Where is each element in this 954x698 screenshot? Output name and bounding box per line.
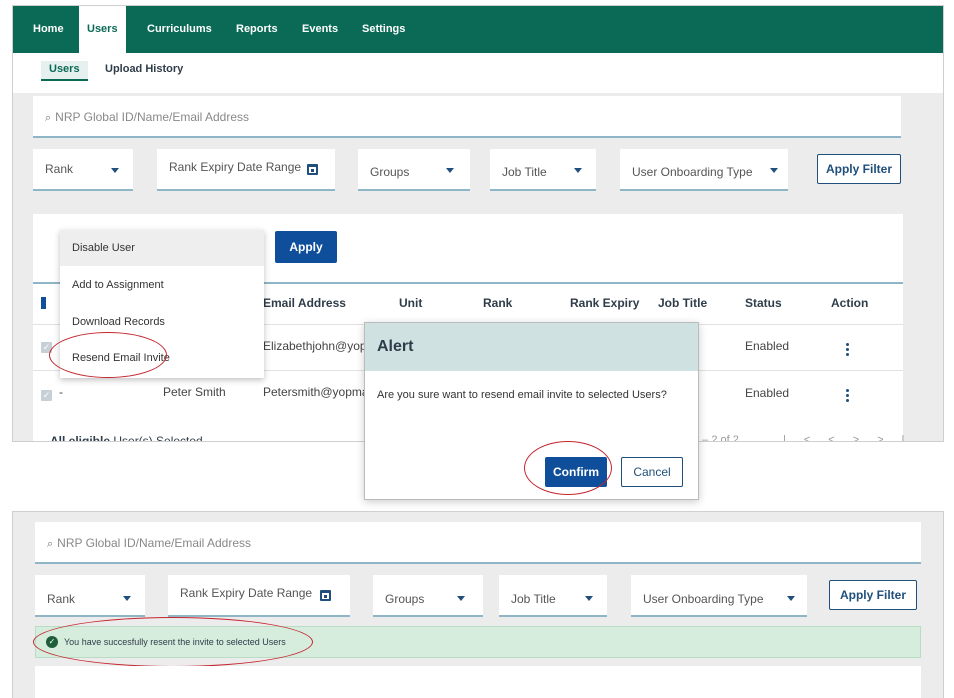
- cancel-button[interactable]: Cancel: [621, 457, 683, 487]
- selection-summary-text: User(s) Selected: [110, 434, 203, 442]
- row1-email: Elizabethjohn@yop: [263, 339, 367, 353]
- menu-disable-user[interactable]: Disable User: [60, 230, 264, 266]
- menu-add-to-assignment[interactable]: Add to Assignment: [60, 267, 264, 303]
- row2-dash: -: [59, 385, 63, 399]
- row-checkbox[interactable]: ✓: [41, 390, 52, 401]
- nav-users[interactable]: Users: [79, 6, 126, 53]
- sub-tabs: Users Upload History: [13, 53, 943, 93]
- nav-settings[interactable]: Settings: [362, 6, 405, 53]
- users-screen-after: ⌕ NRP Global ID/Name/Email Address Rank R…: [12, 511, 944, 698]
- more-options-icon[interactable]: [846, 389, 850, 404]
- rank-expiry-filter[interactable]: Rank Expiry Date Range: [168, 575, 350, 617]
- pagination-arrows-icon[interactable]: |<<>>|: [783, 434, 922, 441]
- rank-filter-label: Rank: [45, 162, 74, 176]
- groups-filter[interactable]: Groups: [358, 149, 470, 191]
- row2-name: Peter Smith: [163, 385, 226, 399]
- more-options-icon[interactable]: [846, 343, 850, 358]
- job-title-filter-label: Job Title: [511, 592, 556, 606]
- col-email: Email Address: [263, 296, 346, 310]
- highlight-circle: [524, 441, 612, 495]
- job-title-filter[interactable]: Job Title: [499, 575, 607, 617]
- apply-button[interactable]: Apply: [275, 231, 337, 263]
- rank-expiry-filter-label: Rank Expiry Date Range: [180, 586, 313, 600]
- chevron-down-icon: [770, 168, 778, 173]
- row2-email: Petersmith@yopma: [263, 385, 369, 399]
- tab-users[interactable]: Users: [41, 61, 88, 81]
- groups-filter-label: Groups: [385, 592, 425, 606]
- tab-upload-history[interactable]: Upload History: [105, 63, 183, 75]
- onboarding-filter[interactable]: User Onboarding Type: [631, 575, 807, 617]
- users-table-card: [35, 666, 921, 698]
- rank-expiry-filter-label: Rank Expiry Date Range: [169, 160, 302, 174]
- highlight-circle: [33, 617, 313, 667]
- top-navigation: Home Users Curriculums Reports Events Se…: [13, 6, 943, 53]
- pagination-range: 1 – 2 of 2: [693, 434, 739, 442]
- search-icon: ⌕: [45, 112, 52, 124]
- alert-title: Alert: [377, 338, 414, 355]
- job-title-filter-label: Job Title: [502, 165, 547, 179]
- row1-status: Enabled: [745, 339, 790, 353]
- col-unit: Unit: [399, 296, 423, 310]
- job-title-filter[interactable]: Job Title: [490, 149, 596, 191]
- selection-summary-bold: All eligible: [50, 434, 111, 442]
- onboarding-filter[interactable]: User Onboarding Type: [620, 149, 788, 191]
- groups-filter-label: Groups: [370, 165, 410, 179]
- search-placeholder: NRP Global ID/Name/Email Address: [57, 536, 252, 550]
- search-input[interactable]: ⌕ NRP Global ID/Name/Email Address: [35, 522, 921, 564]
- search-icon: ⌕: [47, 538, 54, 550]
- chevron-down-icon: [585, 596, 593, 601]
- alert-message: Are you sure want to resend email invite…: [377, 389, 667, 401]
- col-status: Status: [745, 296, 782, 310]
- chevron-down-icon: [457, 596, 465, 601]
- nav-reports[interactable]: Reports: [236, 6, 278, 53]
- row2-status: Enabled: [745, 386, 790, 400]
- calendar-icon[interactable]: [307, 164, 318, 175]
- select-all-checkbox[interactable]: [41, 297, 46, 309]
- col-job-title: Job Title: [658, 296, 708, 310]
- alert-header: Alert: [365, 323, 698, 371]
- chevron-down-icon: [574, 168, 582, 173]
- highlight-circle: [49, 332, 167, 378]
- rank-expiry-filter[interactable]: Rank Expiry Date Range: [157, 149, 335, 191]
- col-action: Action: [831, 296, 869, 310]
- chevron-down-icon: [111, 168, 119, 173]
- chevron-down-icon: [123, 596, 131, 601]
- nav-events[interactable]: Events: [302, 6, 338, 53]
- selection-summary: All eligible User(s) Selected: [50, 434, 203, 442]
- rank-filter[interactable]: Rank: [35, 575, 145, 617]
- onboarding-filter-label: User Onboarding Type: [632, 165, 753, 179]
- nav-home[interactable]: Home: [33, 6, 64, 53]
- col-rank: Rank: [483, 296, 513, 310]
- search-input[interactable]: ⌕ NRP Global ID/Name/Email Address: [33, 96, 901, 138]
- calendar-icon[interactable]: [320, 590, 331, 601]
- apply-filter-button[interactable]: Apply Filter: [829, 580, 917, 610]
- chevron-down-icon: [787, 596, 795, 601]
- groups-filter[interactable]: Groups: [373, 575, 483, 617]
- nav-curriculums[interactable]: Curriculums: [147, 6, 212, 53]
- rank-filter[interactable]: Rank: [33, 149, 133, 191]
- rank-filter-label: Rank: [47, 592, 76, 606]
- search-placeholder: NRP Global ID/Name/Email Address: [55, 110, 250, 124]
- col-rank-expiry: Rank Expiry: [570, 296, 640, 310]
- onboarding-filter-label: User Onboarding Type: [643, 592, 764, 606]
- apply-filter-button[interactable]: Apply Filter: [817, 154, 901, 184]
- chevron-down-icon: [446, 168, 454, 173]
